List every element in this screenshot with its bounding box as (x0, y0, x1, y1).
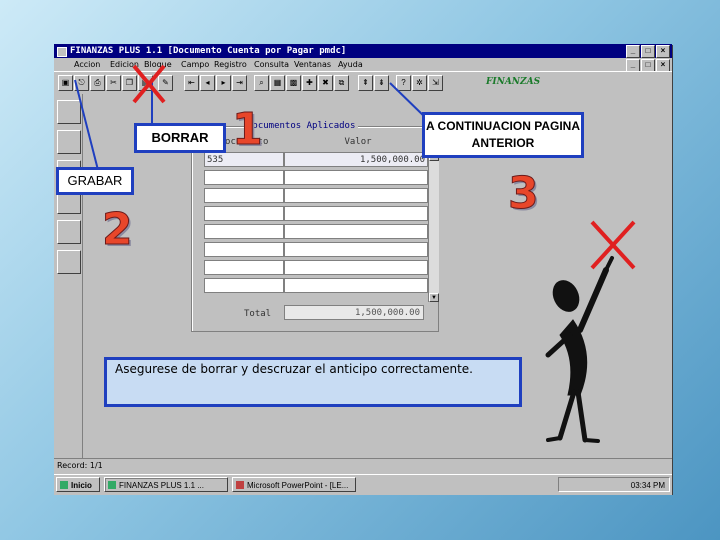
next-record-icon[interactable]: ▸ (216, 75, 231, 91)
windows-icon[interactable] (57, 220, 81, 244)
doc-cell[interactable] (204, 206, 284, 221)
task-powerpoint[interactable]: Microsoft PowerPoint - [LE... (232, 477, 356, 492)
edit-icon[interactable]: ✎ (158, 75, 173, 91)
step-number-1: 1 (232, 104, 264, 156)
last-record-icon[interactable]: ⇥ (232, 75, 247, 91)
doc-cell[interactable] (204, 170, 284, 185)
valor-cell[interactable] (284, 206, 428, 221)
window-title: FINANZAS PLUS 1.1 [Documento Cuenta por … (70, 46, 347, 56)
doc-cell[interactable] (204, 224, 284, 239)
valor-cell[interactable] (284, 224, 428, 239)
doc-cell[interactable] (204, 260, 284, 275)
start-button[interactable]: Inicio (56, 477, 100, 492)
valor-cell[interactable] (284, 260, 428, 275)
doc-cell[interactable] (204, 242, 284, 257)
help-icon[interactable]: ? (396, 75, 411, 91)
previous-page-icon[interactable]: ⇞ (358, 75, 373, 91)
print-icon[interactable]: ⎙ (90, 75, 105, 91)
title-bar: FINANZAS PLUS 1.1 [Documento Cuenta por … (54, 44, 672, 58)
task-finanzas[interactable]: FINANZAS PLUS 1.1 ... (104, 477, 228, 492)
valor-cell[interactable]: 1,500,000.00 (284, 152, 428, 167)
valor-cell[interactable] (284, 242, 428, 257)
insert-record-icon[interactable]: ✚ (302, 75, 317, 91)
delete-record-icon[interactable]: ✖ (318, 75, 333, 91)
valor-cell[interactable] (284, 188, 428, 203)
grid-icon[interactable]: ▩ (286, 75, 301, 91)
documents-applied-group: Documentos Aplicados Documento Valor 535… (191, 121, 439, 332)
menu-bloque[interactable]: Bloque (144, 58, 172, 71)
total-label: Total (244, 309, 272, 319)
powerpoint-task-icon (236, 481, 244, 489)
back-arrow-icon[interactable] (57, 100, 81, 124)
vertical-scrollbar[interactable]: ▲ ▼ (428, 152, 439, 302)
start-label: Inicio (71, 481, 92, 490)
column-header-valor: Valor (288, 137, 428, 149)
valor-cell[interactable] (284, 170, 428, 185)
continuacion-callout: A CONTINUACION PAGINA ANTERIOR (422, 112, 584, 158)
menu-registro[interactable]: Registro (214, 58, 247, 71)
system-tray: 03:34 PM (558, 477, 670, 492)
clock: 03:34 PM (630, 481, 665, 490)
settings-icon[interactable]: ✲ (412, 75, 427, 91)
close-button[interactable]: × (656, 45, 670, 58)
document-icon[interactable] (57, 130, 81, 154)
finanzas-logo: FINANZAS (486, 77, 541, 87)
instruction-message: Asegurese de borrar y descruzar el antic… (104, 357, 522, 407)
left-toolbar (54, 94, 83, 458)
valor-cell[interactable] (284, 278, 428, 293)
task-label: Microsoft PowerPoint - [LE... (247, 481, 349, 490)
execute-query-icon[interactable]: ▦ (270, 75, 285, 91)
doc-cell[interactable] (204, 188, 284, 203)
menu-accion[interactable]: Accion (74, 58, 100, 71)
copy-icon[interactable]: ❐ (122, 75, 137, 91)
menu-edicion[interactable]: Edicion (110, 58, 139, 71)
cut-icon[interactable]: ✂ (106, 75, 121, 91)
duplicate-icon[interactable]: ⧉ (334, 75, 349, 91)
step-number-2: 2 (102, 204, 134, 256)
toolbar: ▣ ⎋ ⎙ ✂ ❐ ▤ ✎ ⇤ ◂ ▸ ⇥ ⌕ ▦ ▩ ✚ ✖ ⧉ ⇞ ⇟ ? … (54, 71, 672, 95)
previous-record-icon[interactable]: ◂ (200, 75, 215, 91)
menu-campo[interactable]: Campo (181, 58, 209, 71)
maximize-button[interactable]: □ (641, 45, 655, 58)
menu-bar: Accion Edicion Bloque Campo Registro Con… (54, 58, 672, 72)
grabar-callout: GRABAR (56, 167, 134, 195)
windows-logo-icon (60, 481, 68, 489)
task-label: FINANZAS PLUS 1.1 ... (119, 481, 204, 490)
query-icon[interactable]: ⌕ (254, 75, 269, 91)
exit-door-icon[interactable]: ⇲ (428, 75, 443, 91)
borrar-callout: BORRAR (134, 123, 226, 153)
paste-icon[interactable]: ▤ (138, 75, 153, 91)
doc-cell[interactable] (204, 278, 284, 293)
total-value: 1,500,000.00 (284, 305, 424, 320)
app-icon (57, 47, 67, 57)
taskbar: Inicio FINANZAS PLUS 1.1 ... Microsoft P… (54, 474, 672, 495)
save-icon[interactable]: ▣ (58, 75, 73, 91)
status-bar: Record: 1/1 (54, 458, 672, 473)
finanzas-task-icon (108, 481, 116, 489)
exit-icon[interactable]: ⎋ (74, 75, 89, 91)
menu-ayuda[interactable]: Ayuda (338, 58, 363, 71)
menu-consulta[interactable]: Consulta (254, 58, 289, 71)
step-number-3: 3 (508, 168, 540, 220)
next-page-icon[interactable]: ⇟ (374, 75, 389, 91)
menu-ventanas[interactable]: Ventanas (294, 58, 331, 71)
minimize-button[interactable]: _ (626, 45, 640, 58)
table-icon[interactable] (57, 250, 81, 274)
record-indicator: Record: 1/1 (57, 461, 103, 470)
scroll-down-icon[interactable]: ▼ (429, 293, 439, 302)
first-record-icon[interactable]: ⇤ (184, 75, 199, 91)
